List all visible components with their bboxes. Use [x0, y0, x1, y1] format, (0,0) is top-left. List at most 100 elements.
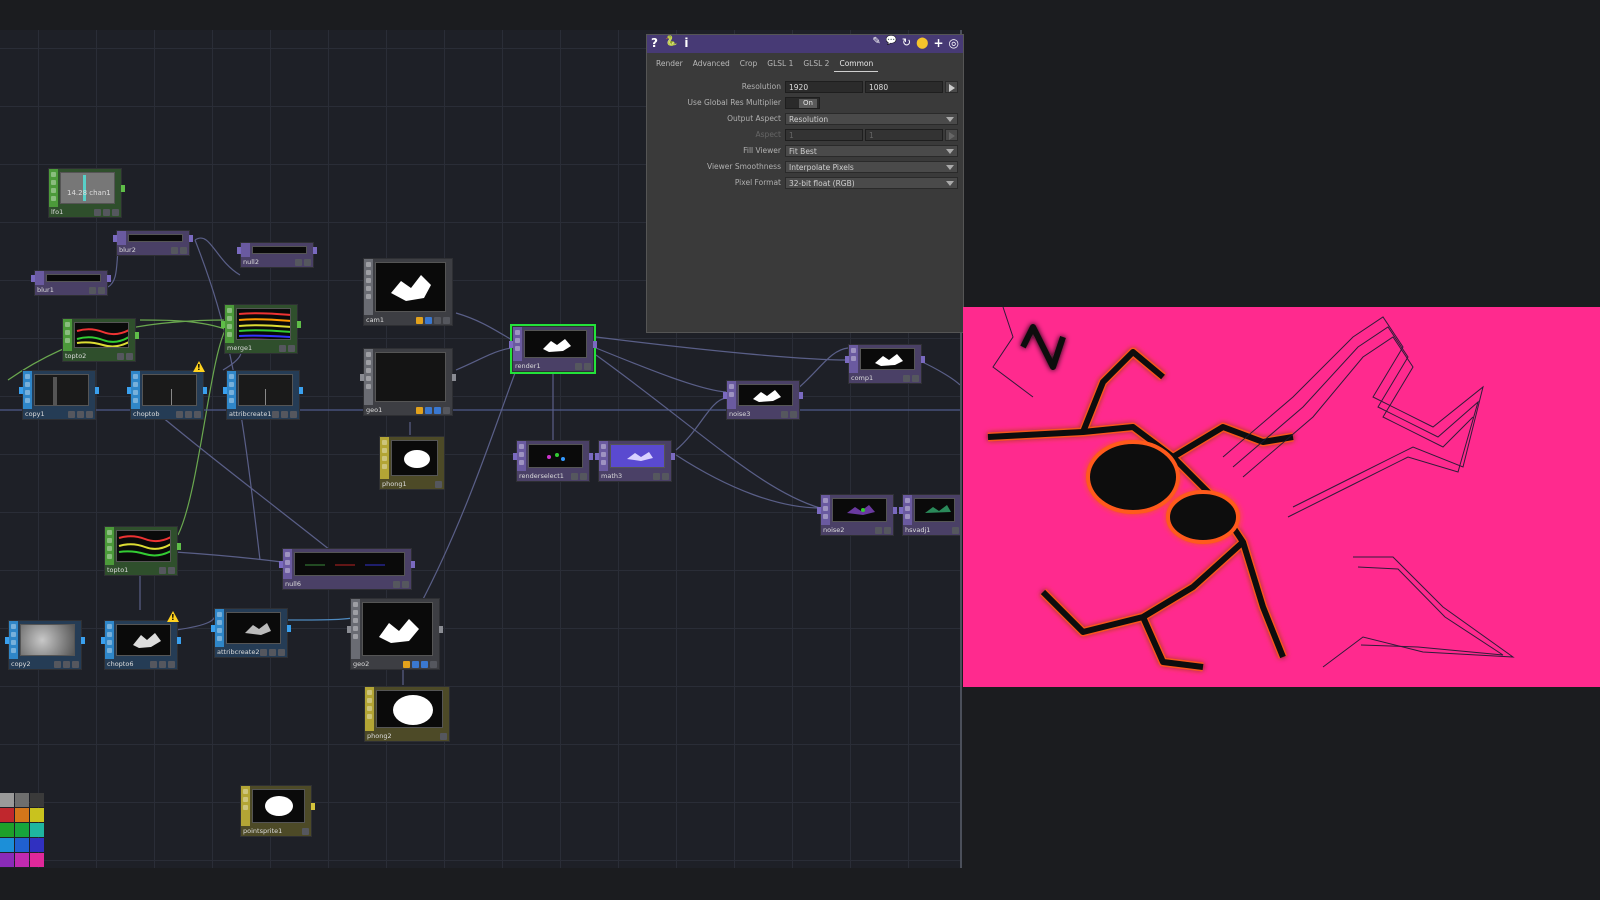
target-icon[interactable]: ◎: [949, 36, 959, 50]
palette-swatch[interactable]: [30, 808, 44, 822]
node-pointsprite1[interactable]: pointsprite1: [240, 785, 315, 837]
wire-noise3-comp: [795, 347, 849, 391]
node-label: chopto6: [107, 660, 134, 668]
node-label: copy2: [11, 660, 31, 668]
node-lfo1[interactable]: 14.28 chan1 lfo1: [48, 168, 125, 218]
fill-viewer-dropdown[interactable]: Fit Best: [785, 145, 958, 157]
node-label: noise2: [823, 526, 845, 534]
node-hsvadj1[interactable]: hsvadj1: [899, 494, 960, 536]
node-geo1[interactable]: geo1: [360, 348, 456, 416]
palette-swatch[interactable]: [0, 808, 14, 822]
node-label: null6: [285, 580, 301, 588]
node-blur2[interactable]: blur2: [113, 230, 193, 256]
render-output-image: [987, 307, 1515, 672]
edit-icon[interactable]: ✎: [872, 36, 880, 50]
node-label: cam1: [366, 316, 385, 324]
chevron-down-icon: [946, 181, 954, 186]
tab-crop[interactable]: Crop: [735, 57, 763, 72]
output-aspect-dropdown[interactable]: Resolution: [785, 113, 958, 125]
node-choptob[interactable]: choptob !: [127, 361, 207, 420]
palette-swatch[interactable]: [30, 853, 44, 867]
warning-icon[interactable]: !: [167, 611, 179, 622]
pixel-format-dropdown[interactable]: 32-bit float (RGB): [785, 177, 958, 189]
node-topto2[interactable]: topto2: [62, 318, 139, 362]
refresh-icon[interactable]: ↻: [902, 36, 911, 50]
param-label: Output Aspect: [727, 114, 781, 123]
node-merge1[interactable]: merge1: [221, 304, 301, 354]
wire-comp-out: [917, 359, 960, 386]
aspect-b-field[interactable]: 1: [865, 129, 943, 141]
python-globe-icon[interactable]: ⬤: [916, 36, 928, 50]
wire-render-noise2: [595, 354, 821, 509]
palette-swatch[interactable]: [15, 853, 29, 867]
warning-icon[interactable]: !: [193, 361, 205, 372]
node-renderselect1[interactable]: renderselect1: [513, 440, 593, 482]
node-geo2[interactable]: geo2: [347, 598, 443, 670]
palette-swatch[interactable]: [15, 808, 29, 822]
node-label: blur1: [37, 286, 54, 294]
palette-swatch[interactable]: [30, 823, 44, 837]
help-icon[interactable]: ?: [651, 36, 658, 50]
wire-render-comp: [595, 336, 849, 361]
node-chopto6[interactable]: chopto6 !: [101, 611, 181, 670]
node-phong1[interactable]: phong1: [379, 436, 445, 490]
palette-swatch[interactable]: [15, 823, 29, 837]
node-label: math3: [601, 472, 623, 480]
wire-topto1-merge: [177, 324, 229, 536]
node-topto1[interactable]: topto1: [104, 526, 181, 576]
resolution-width-field[interactable]: 1920: [785, 81, 863, 93]
param-label: Aspect: [755, 130, 781, 139]
node-label: phong2: [367, 732, 392, 740]
palette-swatch[interactable]: [30, 838, 44, 852]
node-null2[interactable]: null2: [237, 242, 317, 268]
palette-swatch[interactable]: [15, 793, 29, 807]
tab-render[interactable]: Render: [651, 57, 688, 72]
node-noise2[interactable]: noise2: [817, 494, 897, 536]
node-null6[interactable]: null6: [279, 548, 415, 590]
tab-glsl2[interactable]: GLSL 2: [798, 57, 834, 72]
tab-glsl1[interactable]: GLSL 1: [762, 57, 798, 72]
node-label: hsvadj1: [905, 526, 931, 534]
tab-common[interactable]: Common: [834, 57, 879, 72]
wire-null6-topto1: [174, 551, 283, 563]
palette-swatch[interactable]: [0, 838, 14, 852]
node-label: render1: [515, 362, 541, 370]
node-comp1[interactable]: comp1: [845, 344, 925, 384]
viewer-smoothness-dropdown[interactable]: Interpolate Pixels: [785, 161, 958, 173]
node-noise3[interactable]: noise3: [723, 380, 803, 420]
palette-swatch[interactable]: [30, 793, 44, 807]
parameter-panel: ? 🐍 i ✎ 💬 ↻ ⬤ + ◎ Render Advanced Crop G…: [646, 34, 964, 333]
node-label: comp1: [851, 374, 874, 382]
param-row-global-res: Use Global Res Multiplier On: [647, 97, 963, 109]
node-label: null2: [243, 258, 259, 266]
node-phong2[interactable]: phong2: [364, 686, 450, 742]
resolution-height-field[interactable]: 1080: [865, 81, 943, 93]
node-label: geo1: [366, 406, 383, 414]
node-blur1[interactable]: blur1: [31, 270, 111, 296]
node-copy1[interactable]: copy1: [19, 370, 99, 420]
node-math3[interactable]: math3: [595, 440, 675, 482]
global-res-toggle[interactable]: On: [785, 97, 820, 109]
add-icon[interactable]: +: [933, 36, 943, 50]
palette-swatch[interactable]: [0, 853, 14, 867]
palette-swatch[interactable]: [0, 793, 14, 807]
aspect-menu-arrow-icon[interactable]: [945, 129, 958, 141]
node-attribcreate2[interactable]: attribcreate2: [211, 608, 291, 658]
param-row-output-aspect: Output Aspect Resolution: [647, 113, 963, 125]
node-copy2[interactable]: copy2: [5, 620, 85, 670]
resolution-menu-arrow-icon[interactable]: [945, 81, 958, 93]
node-cam1[interactable]: cam1: [363, 258, 453, 326]
output-viewer[interactable]: [963, 307, 1600, 687]
lfo1-channel-readout: 14.28 chan1: [67, 189, 111, 197]
tab-advanced[interactable]: Advanced: [688, 57, 735, 72]
comment-icon[interactable]: 💬: [886, 36, 897, 50]
palette-swatch[interactable]: [15, 838, 29, 852]
node-attribcreate1[interactable]: attribcreate1: [223, 370, 303, 420]
info-icon[interactable]: i: [684, 36, 688, 50]
node-label: topto1: [107, 566, 129, 574]
node-render1[interactable]: render1: [509, 324, 597, 374]
python-icon[interactable]: 🐍: [665, 36, 677, 50]
node-label: phong1: [382, 480, 407, 488]
aspect-a-field[interactable]: 1: [785, 129, 863, 141]
palette-swatch[interactable]: [0, 823, 14, 837]
